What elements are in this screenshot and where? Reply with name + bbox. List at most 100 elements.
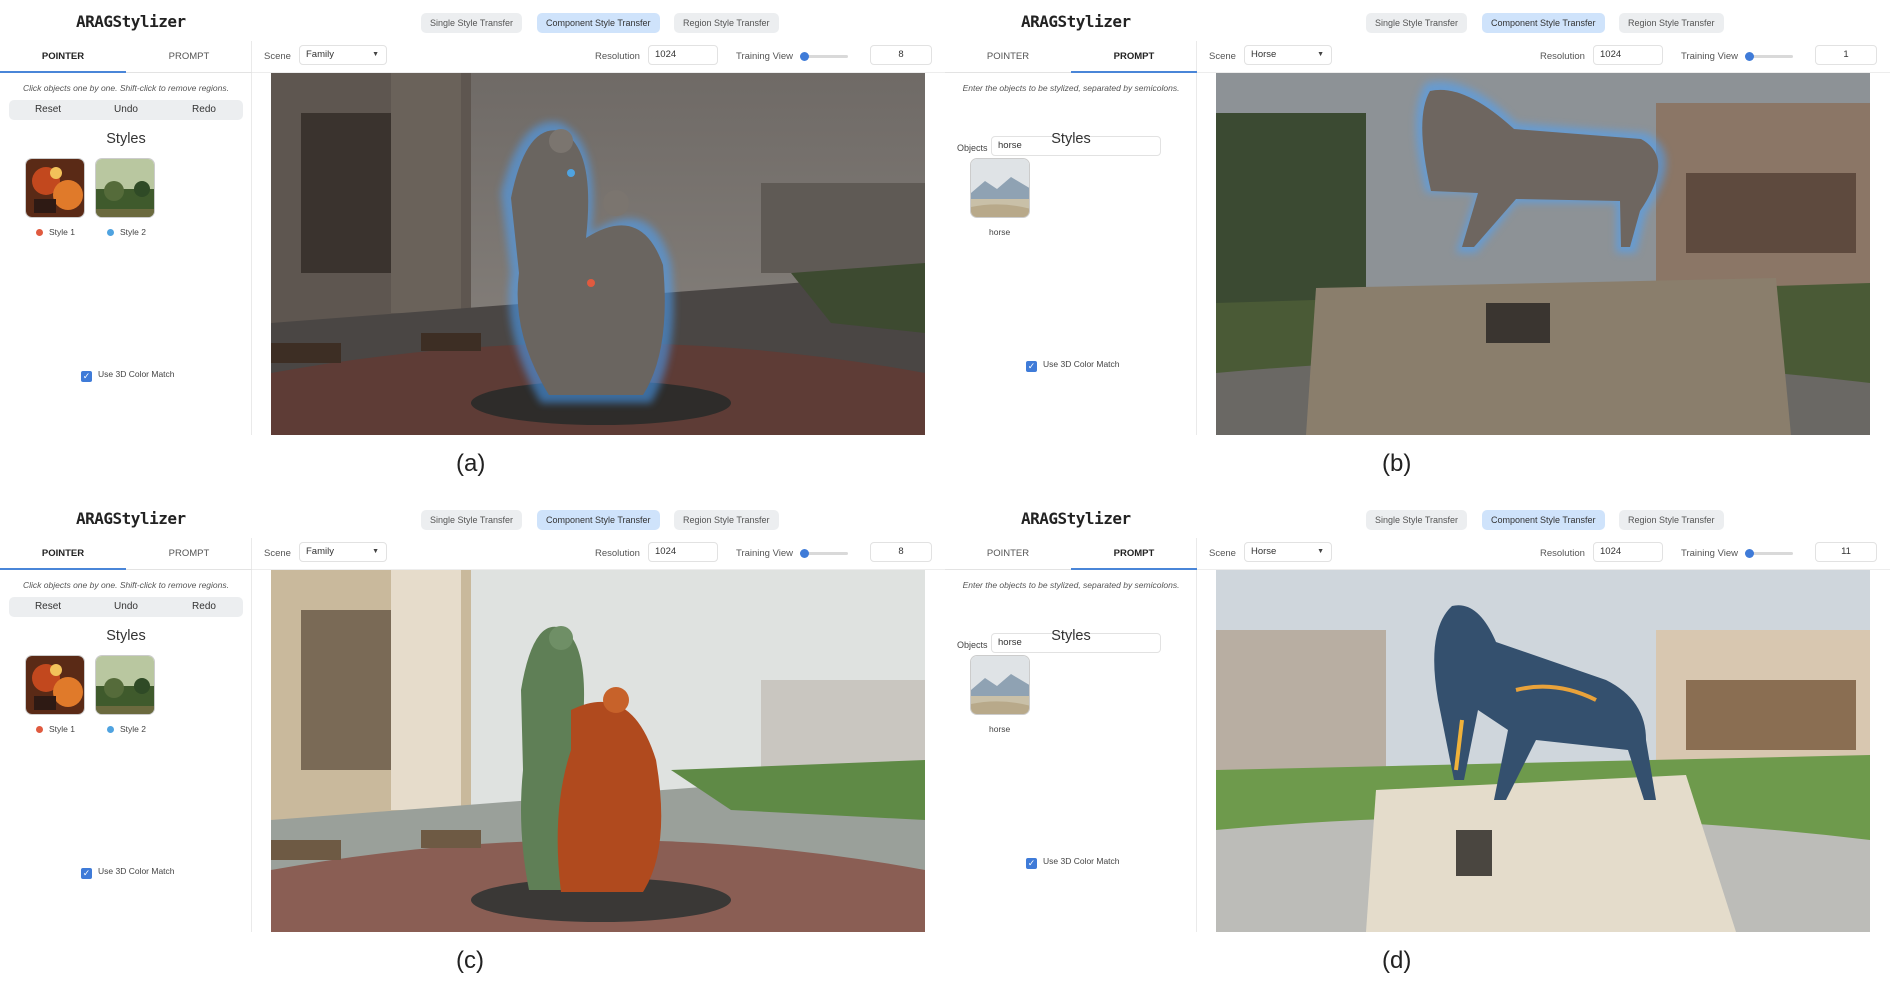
region-style-transfer-button[interactable]: Region Style Transfer [1619,13,1724,33]
component-style-transfer-button[interactable]: Component Style Transfer [1482,13,1605,33]
chevron-down-icon: ▼ [1317,548,1324,555]
region-style-transfer-button[interactable]: Region Style Transfer [1619,510,1724,530]
tab-prompt[interactable]: PROMPT [126,41,252,73]
top-bar: ARAGStylizer Single Style Transfer Compo… [0,0,945,44]
mode-tabs: POINTER PROMPT [0,538,252,570]
slider-knob[interactable] [800,52,809,61]
render-viewport[interactable] [1216,73,1870,435]
mode-tabs: POINTER PROMPT [0,41,252,73]
tab-pointer[interactable]: POINTER [0,41,126,73]
style-1-thumbnail[interactable] [25,655,85,715]
training-view-slider[interactable] [800,52,848,61]
style-2-dot [107,726,114,733]
reset-button[interactable]: Reset [9,597,87,617]
checkbox-checked-icon[interactable]: ✓ [1026,361,1037,372]
scene-select[interactable]: Family ▼ [299,542,387,562]
horse-style-thumbnail[interactable] [970,158,1030,218]
resolution-input[interactable]: 1024 [648,542,718,562]
undo-button[interactable]: Undo [87,100,165,120]
training-view-slider[interactable] [800,549,848,558]
pointer-hint: Click objects one by one. Shift-click to… [23,580,229,590]
style-2-label: Style 2 [107,227,146,237]
reset-button[interactable]: Reset [9,100,87,120]
app-logo: ARAGStylizer [76,12,186,31]
slider-knob[interactable] [800,549,809,558]
style-1-dot [36,229,43,236]
render-viewport[interactable] [271,570,925,932]
redo-button[interactable]: Redo [165,100,243,120]
training-view-slider[interactable] [1745,549,1793,558]
pointer-hint: Click objects one by one. Shift-click to… [23,83,229,93]
color-match-checkbox[interactable]: ✓ Use 3D Color Match [81,866,175,879]
style-2-thumbnail[interactable] [95,158,155,218]
slider-knob[interactable] [1745,52,1754,61]
training-view-input[interactable]: 8 [870,45,932,65]
toolbar: Scene Family ▼ Resolution 1024 Training V… [252,41,945,73]
scene-select[interactable]: Horse ▼ [1244,542,1332,562]
panel-caption: (c) [456,947,484,974]
toolbar: Scene Horse ▼ Resolution 1024 Training Vi… [1197,41,1890,73]
redo-button[interactable]: Redo [165,597,243,617]
left-sidebar: POINTER PROMPT Click objects one by one.… [0,41,252,435]
panel-b: ARAGStylizer Single Style Transfer Compo… [945,0,1890,496]
training-view-label: Training View [1681,51,1739,62]
styles-title: Styles [1051,628,1091,644]
horse-style-thumbnail[interactable] [970,655,1030,715]
tab-prompt[interactable]: PROMPT [126,538,252,570]
tab-pointer[interactable]: POINTER [0,538,126,570]
tab-prompt[interactable]: PROMPT [1071,538,1197,570]
render-viewport[interactable] [271,73,925,435]
component-style-transfer-button[interactable]: Component Style Transfer [537,13,660,33]
region-style-transfer-button[interactable]: Region Style Transfer [674,510,779,530]
app-window: ARAGStylizer Single Style Transfer Compo… [0,0,945,442]
app-logo: ARAGStylizer [76,509,186,528]
styles-title: Styles [1051,131,1091,147]
component-style-transfer-button[interactable]: Component Style Transfer [537,510,660,530]
training-view-input[interactable]: 11 [1815,542,1877,562]
panel-caption: (a) [456,450,486,477]
resolution-input[interactable]: 1024 [648,45,718,65]
horse-style-label: horse [989,227,1011,237]
color-match-checkbox[interactable]: ✓ Use 3D Color Match [81,369,175,382]
resolution-input[interactable]: 1024 [1593,45,1663,65]
style-2-label: Style 2 [107,724,146,734]
single-style-transfer-button[interactable]: Single Style Transfer [421,510,523,530]
scene-select[interactable]: Horse ▼ [1244,45,1332,65]
training-view-label: Training View [736,51,794,62]
color-match-checkbox[interactable]: ✓ Use 3D Color Match [1026,359,1120,372]
slider-knob[interactable] [1745,549,1754,558]
left-sidebar: POINTER PROMPT Click objects one by one.… [0,538,252,932]
panel-d: ARAGStylizer Single Style Transfer Compo… [945,497,1890,993]
checkbox-checked-icon[interactable]: ✓ [81,868,92,879]
region-style-transfer-button[interactable]: Region Style Transfer [674,13,779,33]
style-1-thumbnail[interactable] [25,158,85,218]
undo-button[interactable]: Undo [87,597,165,617]
checkbox-checked-icon[interactable]: ✓ [81,371,92,382]
style-2-thumbnail[interactable] [95,655,155,715]
horse-style-label: horse [989,724,1011,734]
checkbox-checked-icon[interactable]: ✓ [1026,858,1037,869]
training-view-slider[interactable] [1745,52,1793,61]
training-view-input[interactable]: 1 [1815,45,1877,65]
resolution-label: Resolution [1540,51,1585,62]
color-match-checkbox[interactable]: ✓ Use 3D Color Match [1026,856,1120,869]
mode-tabs: POINTER PROMPT [945,538,1197,570]
scene-label: Scene [1209,548,1236,559]
render-viewport[interactable] [1216,570,1870,932]
resolution-input[interactable]: 1024 [1593,542,1663,562]
chevron-down-icon: ▼ [372,51,379,58]
training-view-input[interactable]: 8 [870,542,932,562]
tab-pointer[interactable]: POINTER [945,41,1071,73]
style-1-dot [36,726,43,733]
single-style-transfer-button[interactable]: Single Style Transfer [1366,13,1468,33]
tab-pointer[interactable]: POINTER [945,538,1071,570]
app-logo: ARAGStylizer [1021,509,1131,528]
chevron-down-icon: ▼ [1317,51,1324,58]
component-style-transfer-button[interactable]: Component Style Transfer [1482,510,1605,530]
scene-label: Scene [264,51,291,62]
single-style-transfer-button[interactable]: Single Style Transfer [421,13,523,33]
tab-prompt[interactable]: PROMPT [1071,41,1197,73]
single-style-transfer-button[interactable]: Single Style Transfer [1366,510,1468,530]
left-sidebar: POINTER PROMPT Enter the objects to be s… [945,538,1197,932]
scene-select[interactable]: Family ▼ [299,45,387,65]
